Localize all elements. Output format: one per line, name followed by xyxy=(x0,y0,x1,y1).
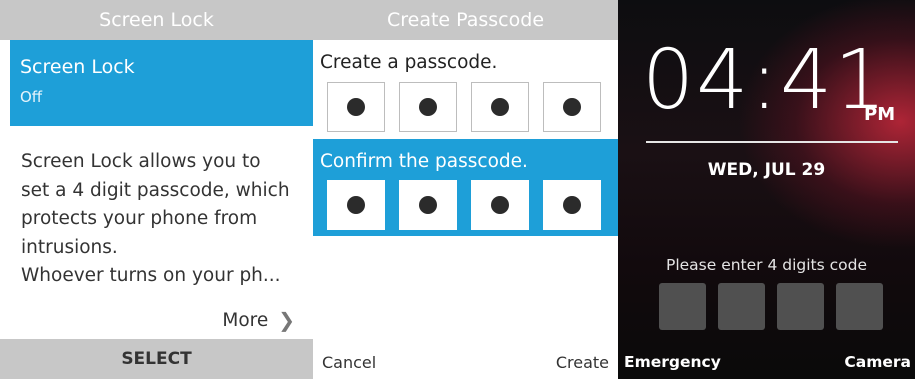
confirm-passcode-row[interactable] xyxy=(327,180,601,230)
filled-dot-icon xyxy=(419,196,437,214)
lock-softkey-bar: Emergency Camera xyxy=(618,343,915,379)
chevron-right-icon: ❯ xyxy=(278,308,295,332)
create-passcode-panel: Create Passcode Create a passcode. Confi… xyxy=(313,0,618,379)
unlock-code-row[interactable] xyxy=(659,283,883,330)
confirm-digit-box[interactable] xyxy=(327,180,385,230)
clock-divider xyxy=(646,141,898,143)
screen-lock-panel: Screen Lock Screen Lock Off Screen Lock … xyxy=(0,0,313,379)
more-label: More xyxy=(222,309,269,331)
filled-dot-icon xyxy=(419,98,437,116)
create-passcode-header: Create Passcode xyxy=(313,0,618,40)
filled-dot-icon xyxy=(491,196,509,214)
confirm-digit-box[interactable] xyxy=(399,180,457,230)
passcode-digit-box[interactable] xyxy=(543,82,601,132)
confirm-digit-box[interactable] xyxy=(471,180,529,230)
cancel-softkey[interactable]: Cancel xyxy=(322,353,376,372)
unlock-digit-box[interactable] xyxy=(718,283,765,330)
unlock-digit-box[interactable] xyxy=(659,283,706,330)
create-passcode-prompt: Create a passcode. xyxy=(320,52,498,73)
confirm-digit-box[interactable] xyxy=(543,180,601,230)
create-softkey[interactable]: Create xyxy=(556,353,609,372)
passcode-digit-box[interactable] xyxy=(399,82,457,132)
passcode-digit-box[interactable] xyxy=(471,82,529,132)
more-link[interactable]: More ❯ xyxy=(222,308,295,332)
passcode-entry-row[interactable] xyxy=(327,82,601,132)
screen-lock-option-title: Screen Lock xyxy=(20,56,135,78)
camera-softkey[interactable]: Camera xyxy=(844,353,911,371)
screen-lock-header: Screen Lock xyxy=(0,0,313,40)
screen-lock-option-value: Off xyxy=(20,88,43,106)
confirm-passcode-prompt: Confirm the passcode. xyxy=(320,151,528,172)
lock-screen-panel: 04:41 PM WED, JUL 29 Please enter 4 digi… xyxy=(618,0,915,379)
clock-ampm: PM xyxy=(864,104,896,125)
filled-dot-icon xyxy=(491,98,509,116)
filled-dot-icon xyxy=(347,196,365,214)
unlock-prompt: Please enter 4 digits code xyxy=(665,256,868,274)
clock-date: WED, JUL 29 xyxy=(707,160,826,180)
unlock-digit-box[interactable] xyxy=(836,283,883,330)
passcode-digit-box[interactable] xyxy=(327,82,385,132)
select-softkey[interactable]: SELECT xyxy=(0,339,313,379)
unlock-digit-box[interactable] xyxy=(777,283,824,330)
filled-dot-icon xyxy=(347,98,365,116)
passcode-softkey-bar: Cancel Create xyxy=(313,343,618,379)
screen-lock-description: Screen Lock allows you to set a 4 digit … xyxy=(21,151,290,286)
filled-dot-icon xyxy=(563,196,581,214)
filled-dot-icon xyxy=(563,98,581,116)
emergency-softkey[interactable]: Emergency xyxy=(624,353,721,371)
clock-time: 04:41 xyxy=(642,33,889,128)
screen-lock-option[interactable]: Screen Lock Off xyxy=(10,40,313,126)
